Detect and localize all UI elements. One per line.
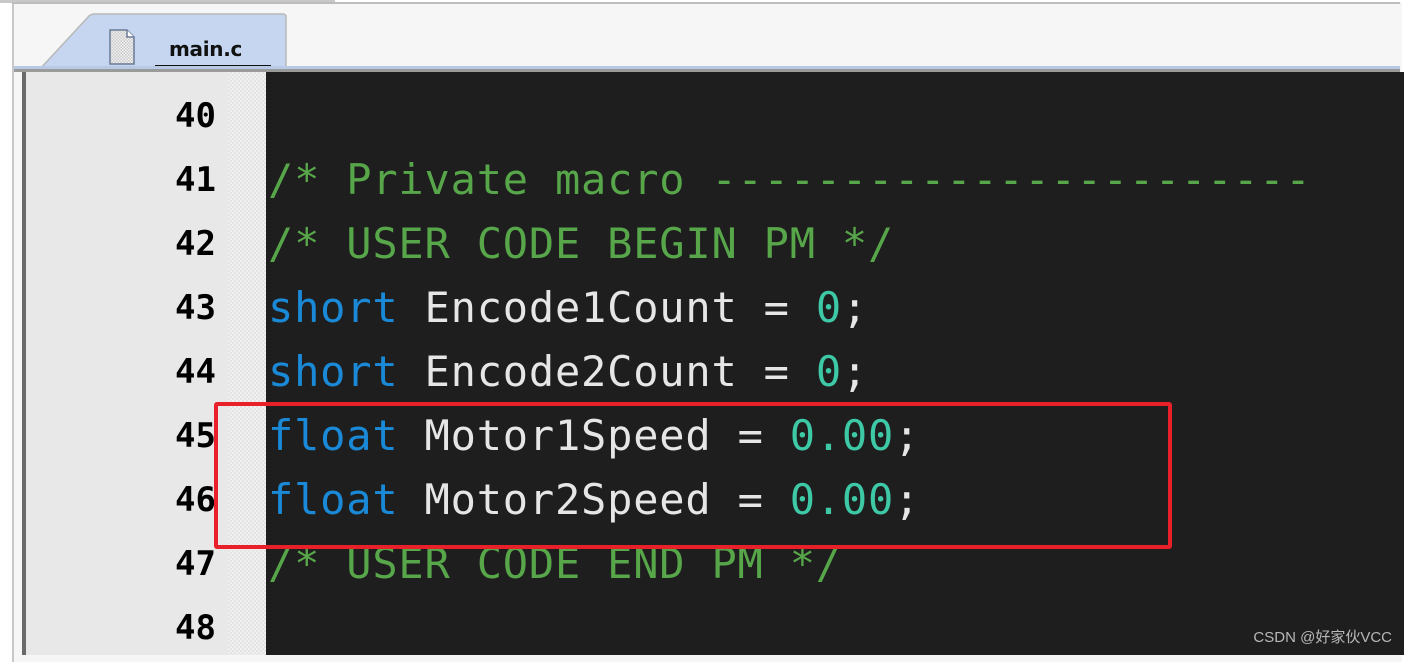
token-op: = [763, 283, 816, 332]
code-line[interactable]: 44 short Encode2Count = 0; [0, 340, 1400, 404]
code-text: /* Private macro ----------------------- [268, 148, 1311, 212]
code-line[interactable]: 43 short Encode1Count = 0; [0, 276, 1400, 340]
highlight-annotation-box [214, 402, 1172, 549]
token-ident: Encode1Count [398, 283, 764, 332]
line-number: 44 [175, 352, 216, 392]
code-line[interactable]: 42 /* USER CODE BEGIN PM */ [0, 212, 1400, 276]
line-number: 43 [175, 288, 216, 328]
line-number: 42 [175, 224, 216, 264]
token-number: 0 [815, 347, 842, 396]
line-number: 40 [175, 96, 216, 136]
document-icon [109, 29, 135, 65]
tab-filename: main.c [169, 37, 243, 61]
token-keyword: short [268, 283, 399, 332]
code-text: short Encode2Count = 0; [268, 340, 868, 404]
token-ident: Encode2Count [398, 347, 764, 396]
line-number: 47 [175, 544, 216, 584]
token-op: ; [841, 347, 869, 396]
token-comment: /* USER CODE BEGIN PM */ [268, 219, 895, 268]
token-comment: /* Private macro ----------------------- [268, 155, 1312, 204]
line-number: 41 [175, 160, 216, 200]
token-op: = [763, 347, 816, 396]
token-keyword: short [268, 347, 399, 396]
tab-background [39, 13, 287, 71]
line-number: 48 [175, 608, 216, 648]
code-line[interactable]: 40 [0, 84, 1400, 148]
line-number: 45 [175, 416, 216, 456]
code-line[interactable]: 48 [0, 596, 1400, 660]
code-text: short Encode1Count = 0; [268, 276, 868, 340]
line-number: 46 [175, 480, 216, 520]
code-text: /* USER CODE BEGIN PM */ [268, 212, 894, 276]
token-number: 0 [815, 283, 842, 332]
token-op: ; [841, 283, 869, 332]
tab-main-c[interactable]: main.c [39, 13, 287, 71]
watermark: CSDN @好家伙VCC [1253, 629, 1392, 646]
tab-bar: main.c [14, 4, 1400, 71]
code-line[interactable]: 41 /* Private macro ---------------------… [0, 148, 1400, 212]
